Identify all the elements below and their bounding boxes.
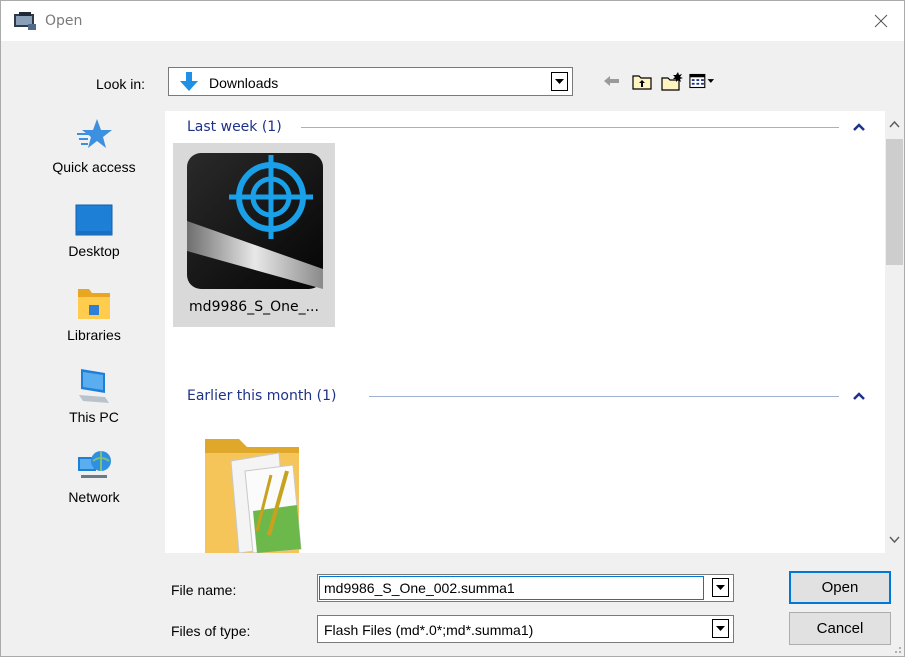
file-name-combobox[interactable] [317,574,734,602]
place-label: Desktop [68,243,120,259]
scroll-up-icon[interactable] [888,119,901,129]
chevron-down-icon [555,79,564,84]
group-divider [369,396,839,397]
vertical-scrollbar[interactable] [885,111,904,553]
file-name-field-label: File name: [171,582,237,598]
new-folder-icon [661,72,683,91]
file-type-field-label: Files of type: [171,623,251,639]
resize-grip-icon[interactable] [892,644,902,654]
place-quick-access[interactable]: Quick access [29,117,159,175]
up-folder-button[interactable] [629,69,655,93]
place-this-pc[interactable]: This PC [29,367,159,425]
file-type-value: Flash Files (md*.0*;md*.summa1) [324,622,534,638]
folder-pictures-icon [205,439,302,553]
file-type-dropdown-button[interactable] [712,619,729,638]
title-bar[interactable]: Open [1,1,904,41]
file-tile[interactable] [173,411,335,553]
look-in-combobox[interactable]: Downloads [168,67,573,96]
open-dialog: Open Look in: Downloads Quick access Des… [0,0,905,657]
group-header-earlier-this-month[interactable]: Earlier this month (1) [187,388,337,404]
navigation-toolbar [599,69,719,93]
star-icon [77,119,112,148]
close-button[interactable] [858,1,904,41]
close-icon [874,14,888,28]
place-label: Libraries [67,327,121,343]
file-type-combobox[interactable]: Flash Files (md*.0*;md*.summa1) [317,615,734,643]
place-label: Quick access [52,159,136,175]
desktop-icon [75,204,113,236]
look-in-dropdown-button[interactable] [551,72,568,91]
computer-icon [79,369,109,403]
group-divider [301,127,839,128]
network-icon [78,451,111,478]
new-folder-button[interactable] [659,69,685,93]
scroll-down-icon[interactable] [888,535,901,545]
file-list-view[interactable]: Last week (1) md9986_S_One_... Earlier t… [165,111,885,553]
window-title: Open [45,13,83,29]
file-name-input[interactable] [319,576,704,600]
scrollbar-thumb[interactable] [886,139,903,265]
app-icon [13,11,37,31]
collapse-group-icon[interactable] [851,121,867,133]
chevron-down-icon [716,626,725,631]
place-label: Network [68,489,120,505]
places-bar: Quick access Desktop Libraries This PC N… [29,109,159,549]
file-name-label: md9986_S_One_... [189,299,319,315]
place-label: This PC [69,409,119,425]
place-libraries[interactable]: Libraries [29,285,159,343]
back-arrow-icon [604,76,619,86]
file-tile[interactable]: md9986_S_One_... [173,143,335,327]
view-menu-icon [689,73,715,89]
chevron-down-icon [716,585,725,590]
back-button[interactable] [599,69,625,93]
download-arrow-icon [177,72,201,92]
open-button[interactable]: Open [789,571,891,604]
group-header-last-week[interactable]: Last week (1) [187,119,282,135]
view-menu-button[interactable] [689,69,715,93]
crosshair-app-icon [187,153,323,289]
up-folder-icon [632,75,652,90]
collapse-group-icon[interactable] [851,390,867,402]
place-desktop[interactable]: Desktop [29,201,159,259]
file-name-dropdown-button[interactable] [712,578,729,597]
libraries-icon [78,289,110,319]
look-in-label: Look in: [96,76,146,92]
look-in-value: Downloads [209,75,279,91]
place-network[interactable]: Network [29,447,159,505]
cancel-button[interactable]: Cancel [789,612,891,645]
